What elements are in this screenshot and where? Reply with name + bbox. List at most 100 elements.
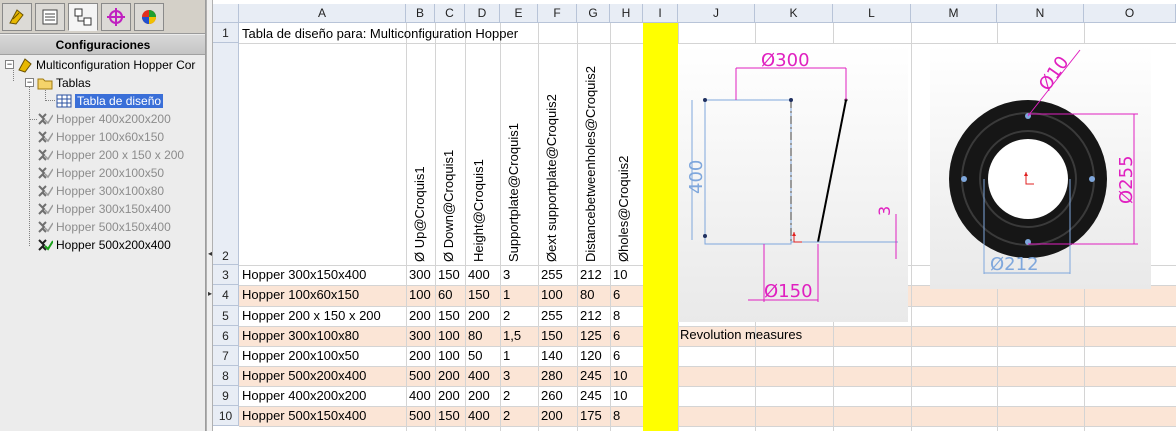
column-header[interactable]: E bbox=[500, 4, 538, 23]
value-cell[interactable]: 120 bbox=[577, 346, 602, 366]
tree-config-item[interactable]: Hopper 300x100x80 bbox=[37, 182, 164, 200]
config-name-cell[interactable]: Hopper 200 x 150 x 200 bbox=[239, 306, 381, 326]
value-cell[interactable]: 3 bbox=[500, 265, 510, 285]
display-manager-tab[interactable] bbox=[134, 3, 164, 31]
value-cell[interactable]: 200 bbox=[435, 366, 460, 386]
value-cell[interactable]: 3 bbox=[500, 366, 510, 386]
config-name-cell[interactable]: Hopper 500x150x400 bbox=[239, 406, 366, 426]
tree-config-item[interactable]: Hopper 200x100x50 bbox=[37, 164, 164, 182]
column-header[interactable]: B bbox=[406, 4, 435, 23]
config-name-cell[interactable]: Hopper 300x100x80 bbox=[239, 326, 359, 346]
tree-item-design-table[interactable]: Tabla de diseño bbox=[56, 92, 164, 110]
tree-config-item[interactable]: Hopper 200 x 150 x 200 bbox=[37, 146, 184, 164]
feature-manager-tab[interactable] bbox=[2, 3, 32, 31]
value-cell[interactable]: 8 bbox=[610, 306, 620, 326]
tree-item-root[interactable]: Multiconfiguration Hopper Cor bbox=[17, 56, 195, 74]
value-cell[interactable]: 212 bbox=[577, 306, 602, 326]
value-cell[interactable]: 150 bbox=[435, 306, 460, 326]
row-header[interactable]: 6 bbox=[213, 326, 239, 346]
value-cell[interactable]: 100 bbox=[435, 326, 460, 346]
value-cell[interactable]: 100 bbox=[538, 285, 563, 305]
column-header[interactable]: G bbox=[577, 4, 610, 23]
value-cell[interactable]: 200 bbox=[406, 346, 431, 366]
value-cell[interactable]: 200 bbox=[465, 306, 490, 326]
tree-item-tables[interactable]: Tablas bbox=[37, 74, 91, 92]
value-cell[interactable]: 500 bbox=[406, 406, 431, 426]
tree-config-item-active[interactable]: Hopper 500x200x400 bbox=[37, 236, 171, 254]
row-header[interactable]: 7 bbox=[213, 346, 239, 366]
collapse-root-toggle[interactable]: − bbox=[5, 60, 14, 69]
config-name-cell[interactable]: Hopper 400x200x200 bbox=[239, 386, 366, 406]
value-cell[interactable]: 8 bbox=[610, 406, 620, 426]
value-cell[interactable]: 60 bbox=[435, 285, 452, 305]
tree-config-item[interactable]: Hopper 500x150x400 bbox=[37, 218, 171, 236]
value-cell[interactable]: 150 bbox=[538, 326, 563, 346]
value-cell[interactable]: 255 bbox=[538, 306, 563, 326]
value-cell[interactable]: 212 bbox=[577, 265, 602, 285]
value-cell[interactable]: 400 bbox=[406, 386, 431, 406]
value-cell[interactable]: 300 bbox=[406, 326, 431, 346]
row-header[interactable]: 5 bbox=[213, 306, 239, 326]
value-cell[interactable]: 175 bbox=[577, 406, 602, 426]
value-cell[interactable]: 200 bbox=[435, 386, 460, 406]
value-cell[interactable]: 140 bbox=[538, 346, 563, 366]
row-header[interactable]: 2 bbox=[213, 43, 239, 265]
value-cell[interactable]: 6 bbox=[610, 346, 620, 366]
value-cell[interactable]: 10 bbox=[610, 386, 627, 406]
tree-config-item[interactable]: Hopper 100x60x150 bbox=[37, 128, 164, 146]
value-cell[interactable]: 300 bbox=[406, 265, 431, 285]
value-cell[interactable]: 150 bbox=[465, 285, 490, 305]
row-header[interactable]: 3 bbox=[213, 265, 239, 285]
value-cell[interactable]: 260 bbox=[538, 386, 563, 406]
column-header[interactable]: I bbox=[643, 4, 678, 23]
value-cell[interactable]: 400 bbox=[465, 406, 490, 426]
value-cell[interactable]: 500 bbox=[406, 366, 431, 386]
value-cell[interactable]: 100 bbox=[435, 346, 460, 366]
column-header[interactable]: A bbox=[239, 4, 406, 23]
row-header[interactable]: 10 bbox=[213, 406, 239, 426]
value-cell[interactable]: 150 bbox=[435, 265, 460, 285]
value-cell[interactable]: 150 bbox=[435, 406, 460, 426]
dimxpert-tab[interactable] bbox=[101, 3, 131, 31]
column-header[interactable]: K bbox=[755, 4, 833, 23]
config-name-cell[interactable]: Hopper 300x150x400 bbox=[239, 265, 366, 285]
value-cell[interactable]: 2 bbox=[500, 406, 510, 426]
column-header[interactable]: N bbox=[997, 4, 1084, 23]
row-header[interactable]: 4 bbox=[213, 285, 239, 306]
tree-config-item[interactable]: Hopper 300x150x400 bbox=[37, 200, 171, 218]
column-header[interactable]: F bbox=[538, 4, 577, 23]
value-cell[interactable]: 245 bbox=[577, 366, 602, 386]
row-header[interactable]: 1 bbox=[213, 23, 239, 43]
column-header[interactable]: H bbox=[610, 4, 643, 23]
value-cell[interactable]: 2 bbox=[500, 386, 510, 406]
value-cell[interactable]: 2 bbox=[500, 306, 510, 326]
value-cell[interactable]: 80 bbox=[577, 285, 594, 305]
value-cell[interactable]: 125 bbox=[577, 326, 602, 346]
collapse-tables-toggle[interactable]: − bbox=[25, 78, 34, 87]
value-cell[interactable]: 400 bbox=[465, 366, 490, 386]
value-cell[interactable]: 255 bbox=[538, 265, 563, 285]
value-cell[interactable]: 1,5 bbox=[500, 326, 521, 346]
value-cell[interactable]: 200 bbox=[538, 406, 563, 426]
value-cell[interactable]: 10 bbox=[610, 366, 627, 386]
value-cell[interactable]: 50 bbox=[465, 346, 482, 366]
value-cell[interactable]: 1 bbox=[500, 285, 510, 305]
config-name-cell[interactable]: Hopper 100x60x150 bbox=[239, 285, 359, 305]
config-name-cell[interactable]: Hopper 500x200x400 bbox=[239, 366, 366, 386]
panel-splitter[interactable]: ◂ ▸ bbox=[206, 0, 213, 431]
value-cell[interactable]: 280 bbox=[538, 366, 563, 386]
column-header[interactable]: M bbox=[911, 4, 997, 23]
column-header[interactable]: C bbox=[435, 4, 465, 23]
value-cell[interactable]: 1 bbox=[500, 346, 510, 366]
column-header[interactable]: J bbox=[678, 4, 755, 23]
value-cell[interactable]: 400 bbox=[465, 265, 490, 285]
value-cell[interactable]: 200 bbox=[406, 306, 431, 326]
value-cell[interactable]: 6 bbox=[610, 326, 620, 346]
row-header[interactable]: 9 bbox=[213, 386, 239, 406]
value-cell[interactable]: 6 bbox=[610, 285, 620, 305]
value-cell[interactable]: 10 bbox=[610, 265, 627, 285]
value-cell[interactable]: 100 bbox=[406, 285, 431, 305]
column-header[interactable]: O bbox=[1084, 4, 1176, 23]
column-header[interactable]: L bbox=[833, 4, 911, 23]
column-header[interactable]: D bbox=[465, 4, 500, 23]
